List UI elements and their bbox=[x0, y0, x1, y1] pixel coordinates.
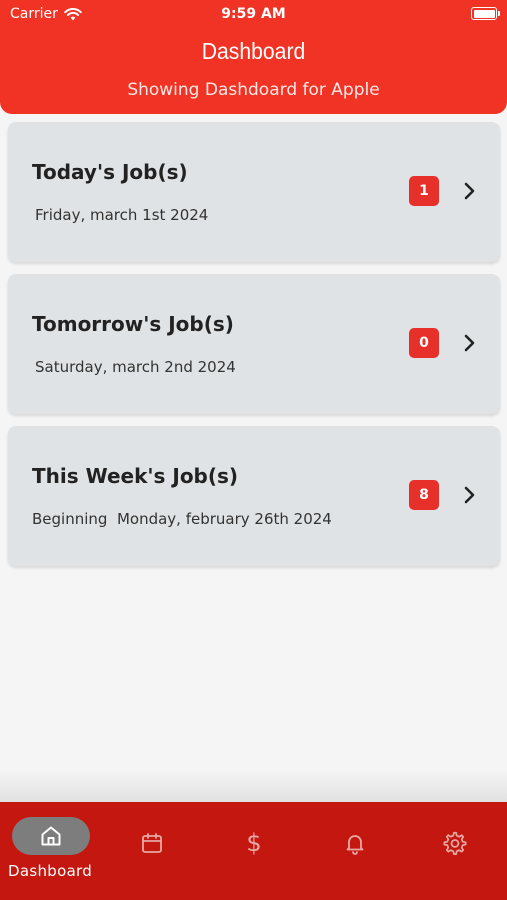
card-this-weeks-jobs[interactable]: This Week's Job(s) Beginning Monday, feb… bbox=[8, 426, 500, 566]
card-date: Beginning Monday, february 26th 2024 bbox=[32, 510, 332, 528]
status-bar: Carrier 9:59 AM bbox=[0, 0, 507, 28]
card-tomorrows-jobs[interactable]: Tomorrow's Job(s) Saturday, march 2nd 20… bbox=[8, 274, 500, 414]
gear-icon bbox=[442, 830, 468, 856]
chevron-right-icon bbox=[464, 334, 475, 352]
chevron-right-icon bbox=[464, 486, 475, 504]
card-todays-jobs[interactable]: Today's Job(s) Friday, march 1st 2024 1 bbox=[8, 122, 500, 262]
job-count-badge: 0 bbox=[409, 328, 439, 358]
job-count-badge: 8 bbox=[409, 480, 439, 510]
header: Carrier 9:59 AM Dashboard Showing Dashdo… bbox=[0, 0, 507, 114]
tab-calendar[interactable] bbox=[102, 802, 203, 900]
battery-icon bbox=[471, 7, 500, 20]
tab-payments[interactable]: $ bbox=[203, 802, 304, 900]
job-count-badge: 1 bbox=[409, 176, 439, 206]
dollar-glyph: $ bbox=[246, 829, 262, 857]
chevron-right-icon bbox=[464, 182, 475, 200]
calendar-icon bbox=[139, 830, 165, 856]
home-icon bbox=[41, 826, 61, 846]
tab-notifications[interactable] bbox=[304, 802, 405, 900]
card-title: This Week's Job(s) bbox=[32, 464, 239, 488]
card-date: Friday, march 1st 2024 bbox=[35, 206, 209, 224]
card-date: Saturday, march 2nd 2024 bbox=[35, 358, 236, 376]
page-subtitle: Showing Dashdoard for Apple bbox=[127, 80, 380, 100]
card-title: Tomorrow's Job(s) bbox=[32, 312, 234, 336]
status-time: 9:59 AM bbox=[221, 6, 286, 22]
card-title: Today's Job(s) bbox=[32, 160, 188, 184]
tab-settings[interactable] bbox=[405, 802, 507, 900]
page-title: Dashboard bbox=[201, 38, 306, 64]
bell-icon bbox=[342, 830, 368, 856]
dollar-icon: $ bbox=[241, 830, 267, 856]
tabbar-shadow bbox=[0, 770, 507, 802]
tab-bar: Dashboard $ bbox=[0, 802, 507, 900]
tab-dashboard[interactable]: Dashboard bbox=[0, 802, 102, 900]
tab-label: Dashboard bbox=[8, 862, 93, 880]
tab-selected-indicator bbox=[12, 817, 90, 855]
